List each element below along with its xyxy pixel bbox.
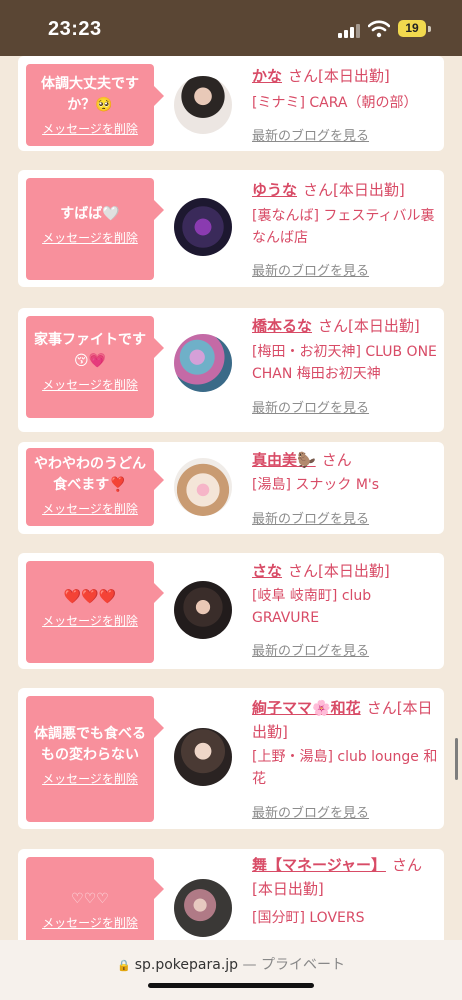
name-line: かな さん[本日出勤] [252,64,438,88]
status-bar: 23:23 19 [0,0,462,56]
url-domain: sp.pokepara.jp [134,957,239,973]
blog-link[interactable]: 最新のブログを見る [252,802,369,821]
attendance-status: [本日出勤] [252,880,324,898]
message-bubble: すばば🤍 メッセージを削除 [26,178,164,280]
message-card: 家事ファイトです😚💗 メッセージを削除 橋本るな さん[本日出勤] [梅田・お初天… [18,308,444,432]
signal-icon [338,24,360,38]
message-card: 体調悪でも食べるもの変わらない メッセージを削除 絢子ママ🌸和花 さん[本日出勤]… [18,688,444,829]
url-separator: — [242,957,257,973]
scrollbar-thumb[interactable] [455,738,458,780]
message-card: すばば🤍 メッセージを削除 ゆうな さん[本日出勤] [裏なんば] フェスティバル… [18,170,444,287]
avatar[interactable] [174,334,232,392]
attendance-status: [本日出勤] [348,317,420,335]
status-time: 23:23 [48,18,102,40]
message-text: 家事ファイトです😚💗 [34,332,146,369]
wifi-icon [368,20,390,38]
message-bubble: ❤️❤️❤️ メッセージを削除 [26,561,164,663]
avatar[interactable] [174,198,232,256]
name-line: 舞【マネージャー】 さん [本日出勤] [252,853,438,901]
delete-message-link[interactable]: メッセージを削除 [42,770,138,787]
message-text: やわやわのうどん食べます❣️ [34,456,146,493]
name-line: さな さん[本日出勤] [252,559,438,583]
blog-link[interactable]: 最新のブログを見る [252,260,369,279]
message-card: 体調大丈夫ですか？🥺 メッセージを削除 かな さん[本日出勤] [ミナミ] CAR… [18,56,444,151]
shop-link[interactable]: [岐阜 岐南町] club GRAVURE [252,585,438,629]
message-card: ❤️❤️❤️ メッセージを削除 さな さん[本日出勤] [岐阜 岐南町] club… [18,553,444,669]
delete-message-link[interactable]: メッセージを削除 [42,120,138,137]
shop-link[interactable]: [梅田・お初天神] CLUB ONE CHAN 梅田お初天神 [252,341,438,385]
url-text[interactable]: 🔒 sp.pokepara.jp — プライベート [0,954,462,974]
url-bar[interactable]: 🔒 sp.pokepara.jp — プライベート [0,940,462,1000]
avatar[interactable] [174,458,232,516]
message-bubble: 家事ファイトです😚💗 メッセージを削除 [26,316,164,418]
message-text: ❤️❤️❤️ [63,589,117,605]
shop-link[interactable]: [裏なんば] フェスティバル裏なんば店 [252,205,438,249]
private-mode-label: プライベート [260,957,345,973]
shop-link[interactable]: [湯島] スナック M's [252,474,438,496]
shop-link[interactable]: [上野・湯島] club lounge 和花 [252,746,438,790]
delete-message-link[interactable]: メッセージを削除 [42,914,138,931]
message-text: 体調大丈夫ですか？🥺 [41,76,139,113]
attendance-status: [本日出勤] [333,181,405,199]
attendance-status: [本日出勤] [318,67,390,85]
name-line: 橋本るな さん[本日出勤] [252,314,438,338]
avatar[interactable] [174,76,232,134]
message-card: やわやわのうどん食べます❣️ メッセージを削除 真由美🦫 さん [湯島] スナック… [18,442,444,534]
attendance-status: [本日出勤] [318,562,390,580]
girl-name-link[interactable]: 橋本るな [252,317,312,335]
girl-name-link[interactable]: かな [252,67,282,85]
girl-name-link[interactable]: 真由美🦫 [252,451,316,469]
battery-tip [428,26,431,32]
home-indicator[interactable] [148,983,314,988]
name-line: 真由美🦫 さん [252,448,438,472]
message-bubble: やわやわのうどん食べます❣️ メッセージを削除 [26,448,164,526]
girl-name-link[interactable]: さな [252,562,282,580]
honorific: さん [318,317,349,335]
blog-link[interactable]: 最新のブログを見る [252,508,369,527]
honorific: さん [391,856,422,874]
blog-link[interactable]: 最新のブログを見る [252,640,369,659]
avatar[interactable] [174,581,232,639]
honorific: さん [303,181,334,199]
battery-icon: 19 [398,20,426,37]
delete-message-link[interactable]: メッセージを削除 [42,500,138,517]
message-card: ♡♡♡ メッセージを削除 舞【マネージャー】 さん [本日出勤] [国分町] LOV… [18,849,444,940]
honorific: さん [288,562,319,580]
avatar[interactable] [174,728,232,786]
blog-link[interactable]: 最新のブログを見る [252,397,369,416]
message-text: ♡♡♡ [71,891,109,907]
girl-name-link[interactable]: 絢子ママ🌸和花 [252,699,361,717]
message-bubble: 体調悪でも食べるもの変わらない メッセージを削除 [26,696,164,822]
delete-message-link[interactable]: メッセージを削除 [42,229,138,246]
message-text: 体調悪でも食べるもの変わらない [34,726,146,763]
honorific: さん [366,699,397,717]
girl-name-link[interactable]: 舞【マネージャー】 [252,856,386,874]
avatar[interactable] [174,879,232,937]
message-text: すばば🤍 [60,206,120,222]
delete-message-link[interactable]: メッセージを削除 [42,376,138,393]
message-bubble: 体調大丈夫ですか？🥺 メッセージを削除 [26,64,164,146]
name-line: ゆうな さん[本日出勤] [252,178,438,202]
shop-link[interactable]: [ミナミ] CARA（朝の部） [252,92,438,114]
honorific: さん [321,451,352,469]
name-line: 絢子ママ🌸和花 さん[本日出勤] [252,696,438,744]
lock-icon: 🔒 [117,959,131,972]
shop-link[interactable]: [国分町] LOVERS [252,907,438,929]
delete-message-link[interactable]: メッセージを削除 [42,612,138,629]
blog-link[interactable]: 最新のブログを見る [252,125,369,144]
honorific: さん [288,67,319,85]
girl-name-link[interactable]: ゆうな [252,181,297,199]
message-bubble: ♡♡♡ メッセージを削除 [26,857,164,940]
message-list[interactable]: 体調大丈夫ですか？🥺 メッセージを削除 かな さん[本日出勤] [ミナミ] CAR… [0,56,462,940]
